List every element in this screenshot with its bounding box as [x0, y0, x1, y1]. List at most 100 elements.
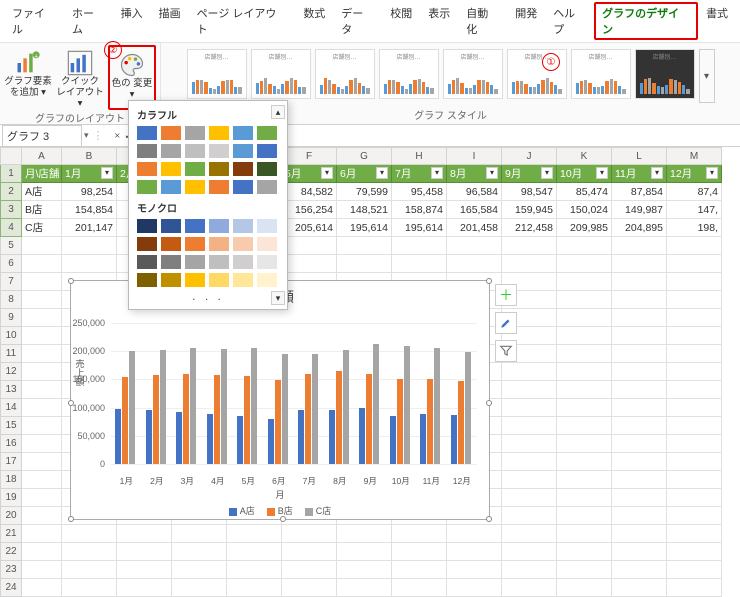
- cell[interactable]: [612, 327, 667, 345]
- cell[interactable]: [667, 543, 722, 561]
- color-swatch[interactable]: [233, 144, 253, 158]
- cell[interactable]: [22, 237, 62, 255]
- cell[interactable]: [612, 309, 667, 327]
- cell[interactable]: [502, 417, 557, 435]
- cell[interactable]: [667, 381, 722, 399]
- menu-ヘルプ[interactable]: ヘルプ: [545, 2, 594, 40]
- cell[interactable]: [667, 363, 722, 381]
- cell[interactable]: [337, 579, 392, 597]
- cell[interactable]: [392, 561, 447, 579]
- cell[interactable]: [22, 417, 62, 435]
- bar[interactable]: [244, 376, 250, 464]
- chart-style-thumb[interactable]: 店舗別…: [635, 49, 695, 99]
- cell[interactable]: [557, 489, 612, 507]
- cell[interactable]: [502, 525, 557, 543]
- cell[interactable]: [667, 309, 722, 327]
- cell[interactable]: 11月▾: [612, 165, 667, 183]
- bar[interactable]: [275, 380, 281, 464]
- cell[interactable]: [282, 543, 337, 561]
- cell[interactable]: 209,985: [557, 219, 612, 237]
- cell[interactable]: C店: [22, 219, 62, 237]
- cell[interactable]: 147,: [667, 201, 722, 219]
- menu-校閲[interactable]: 校閲: [382, 2, 420, 40]
- menu-書式[interactable]: 書式: [698, 2, 736, 40]
- row-header[interactable]: 9: [0, 309, 22, 327]
- cell[interactable]: 195,614: [392, 219, 447, 237]
- row-header[interactable]: 20: [0, 507, 22, 525]
- row-header[interactable]: 10: [0, 327, 22, 345]
- cell[interactable]: [22, 327, 62, 345]
- row-header[interactable]: 19: [0, 489, 22, 507]
- row-header[interactable]: 17: [0, 453, 22, 471]
- cell[interactable]: [557, 309, 612, 327]
- col-header[interactable]: J: [502, 147, 557, 165]
- color-swatch[interactable]: [185, 162, 205, 176]
- bar[interactable]: [343, 350, 349, 464]
- col-header[interactable]: K: [557, 147, 612, 165]
- cell[interactable]: [62, 579, 117, 597]
- cell[interactable]: [667, 291, 722, 309]
- row-header[interactable]: 15: [0, 417, 22, 435]
- cell[interactable]: [667, 327, 722, 345]
- row-header[interactable]: 23: [0, 561, 22, 579]
- menu-開発[interactable]: 開発: [507, 2, 545, 40]
- cell[interactable]: [22, 273, 62, 291]
- row-header[interactable]: 11: [0, 345, 22, 363]
- cell[interactable]: [62, 561, 117, 579]
- filter-dropdown-icon[interactable]: ▾: [596, 167, 608, 179]
- cell[interactable]: [557, 381, 612, 399]
- menu-ファイル[interactable]: ファイル: [4, 2, 64, 40]
- plot-area[interactable]: [111, 323, 477, 464]
- filter-dropdown-icon[interactable]: ▾: [706, 167, 718, 179]
- cell[interactable]: [667, 237, 722, 255]
- cell[interactable]: [337, 255, 392, 273]
- bar[interactable]: [329, 410, 335, 464]
- bar[interactable]: [146, 410, 152, 464]
- bar[interactable]: [282, 354, 288, 464]
- bar[interactable]: [305, 374, 311, 464]
- cell[interactable]: 5月▾: [282, 165, 337, 183]
- cell[interactable]: [667, 489, 722, 507]
- cell[interactable]: [22, 579, 62, 597]
- add-chart-element-button[interactable]: + グラフ要素 を追加 ▾: [4, 45, 52, 110]
- cell[interactable]: 10月▾: [557, 165, 612, 183]
- color-swatch[interactable]: [185, 237, 205, 251]
- cell[interactable]: 150,024: [557, 201, 612, 219]
- name-box[interactable]: グラフ 3: [2, 125, 82, 147]
- cell[interactable]: [282, 525, 337, 543]
- chart-style-thumb[interactable]: 店舗別…: [379, 49, 439, 99]
- filter-dropdown-icon[interactable]: ▾: [651, 167, 663, 179]
- chart-elements-button[interactable]: ＋: [495, 284, 517, 306]
- cell[interactable]: [557, 399, 612, 417]
- cell[interactable]: [62, 237, 117, 255]
- chart-style-thumb[interactable]: 店舗別…: [315, 49, 375, 99]
- filter-dropdown-icon[interactable]: ▾: [101, 167, 113, 179]
- bar[interactable]: [153, 375, 159, 464]
- cell[interactable]: 195,614: [337, 219, 392, 237]
- color-swatch[interactable]: [233, 255, 253, 269]
- cell[interactable]: [22, 345, 62, 363]
- cell[interactable]: [557, 417, 612, 435]
- col-header[interactable]: [0, 147, 22, 165]
- cell[interactable]: 201,147: [62, 219, 117, 237]
- col-header[interactable]: G: [337, 147, 392, 165]
- color-swatch[interactable]: [185, 255, 205, 269]
- cell[interactable]: 98,547: [502, 183, 557, 201]
- color-swatch[interactable]: [233, 162, 253, 176]
- color-swatch[interactable]: [185, 144, 205, 158]
- filter-dropdown-icon[interactable]: ▾: [376, 167, 388, 179]
- cell[interactable]: [667, 255, 722, 273]
- cell[interactable]: [612, 345, 667, 363]
- chart-filter-button[interactable]: [495, 340, 517, 362]
- cell[interactable]: [22, 399, 62, 417]
- cell[interactable]: [337, 543, 392, 561]
- cell[interactable]: [502, 471, 557, 489]
- chart-style-thumb[interactable]: 店舗別…: [443, 49, 503, 99]
- cell[interactable]: [117, 579, 172, 597]
- menu-データ[interactable]: データ: [333, 2, 382, 40]
- color-swatch[interactable]: [185, 273, 205, 287]
- cell[interactable]: [282, 255, 337, 273]
- bar[interactable]: [298, 410, 304, 464]
- row-header[interactable]: 12: [0, 363, 22, 381]
- color-swatch[interactable]: [137, 273, 157, 287]
